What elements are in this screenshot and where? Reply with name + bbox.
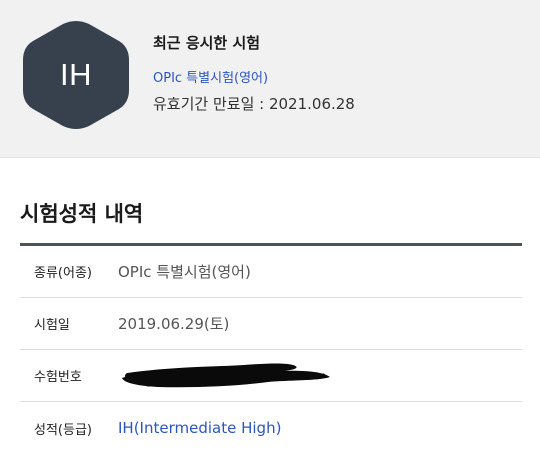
recent-exam-card: IH 최근 응시한 시험 OPIc 특별시험(영어) 유효기간 만료일 : 20… [0, 0, 540, 158]
grade-link[interactable]: IH(Intermediate High) [118, 419, 281, 437]
score-history-table: 종류(어종) OPIc 특별시험(영어) 시험일 2019.06.29(토) 수… [20, 243, 522, 451]
redaction-scribble [122, 362, 330, 387]
table-row-exam-number: 수험번호 [20, 350, 522, 402]
row-label: 시험일 [34, 318, 70, 333]
table-row-grade: 성적(등급) IH(Intermediate High) [20, 402, 522, 451]
recent-exam-title: 최근 응시한 시험 [153, 34, 261, 52]
table-row-type: 종류(어종) OPIc 특별시험(영어) [20, 246, 522, 298]
row-label: 수험번호 [34, 370, 82, 385]
row-value: 2019.06.29(토) [118, 315, 230, 333]
table-row-date: 시험일 2019.06.29(토) [20, 298, 522, 350]
redacted-exam-number [118, 356, 348, 396]
row-label: 종류(어종) [34, 266, 92, 281]
row-label: 성적(등급) [34, 422, 92, 438]
recent-exam-name-link[interactable]: OPIc 특별시험(영어) [153, 67, 268, 86]
section-title: 시험성적 내역 [20, 202, 144, 226]
grade-badge-text: IH [60, 57, 92, 92]
row-value: OPIc 특별시험(영어) [118, 263, 251, 281]
grade-badge: IH [23, 20, 129, 130]
expiry-date: 유효기간 만료일 : 2021.06.28 [153, 95, 355, 113]
